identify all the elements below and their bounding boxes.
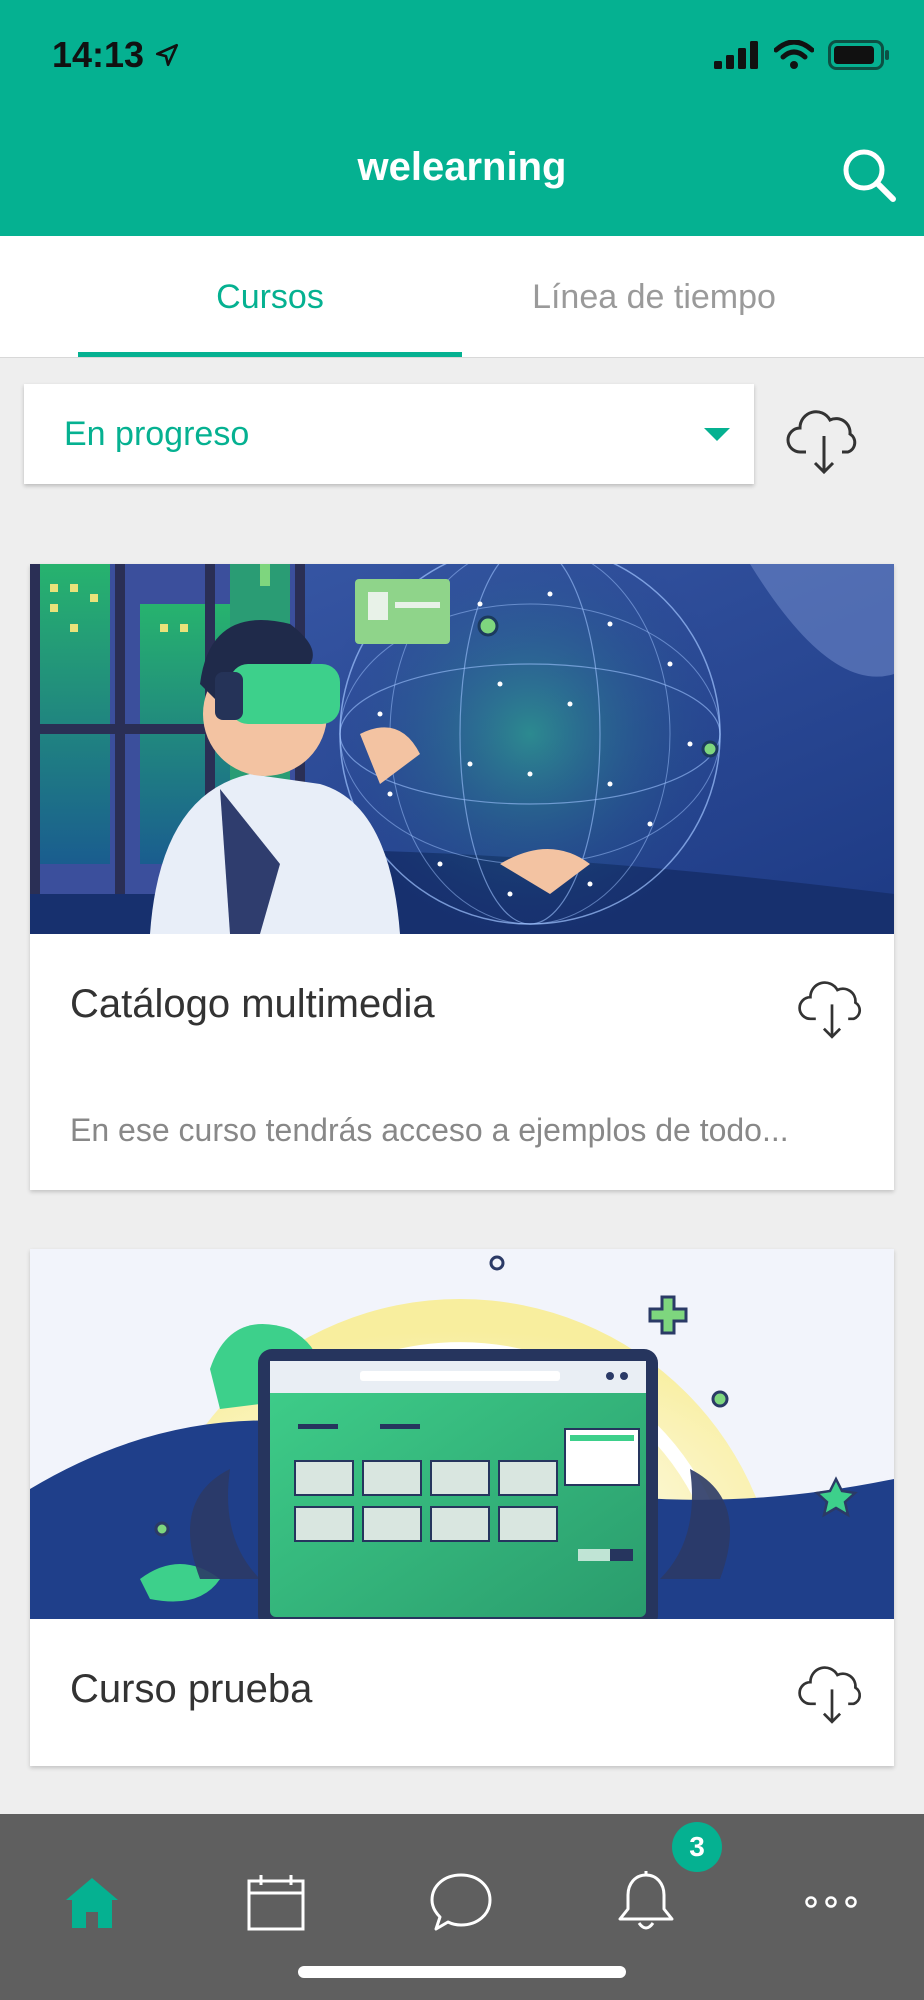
filter-selected-value: En progreso [64, 414, 250, 453]
cellular-signal-icon [714, 41, 758, 69]
course-filter-dropdown[interactable]: En progreso [24, 384, 754, 484]
nav-more[interactable] [771, 1842, 891, 1962]
nav-messages[interactable] [401, 1842, 521, 1962]
status-time: 14:13 [52, 34, 180, 76]
location-arrow-icon [156, 43, 179, 67]
wifi-icon [774, 40, 814, 69]
more-dots-icon [805, 1896, 857, 1908]
course-title: Catálogo multimedia [70, 982, 435, 1026]
active-tab-indicator [78, 352, 462, 357]
tab-courses[interactable]: Cursos [78, 236, 462, 358]
course-card[interactable]: Catálogo multimedia En ese curso tendrás… [30, 564, 894, 1190]
course-description: En ese curso tendrás acceso a ejemplos d… [70, 1112, 789, 1148]
app-title: welearning [357, 145, 567, 189]
nav-home[interactable] [32, 1842, 152, 1962]
bell-icon [618, 1871, 674, 1930]
course-download-button[interactable] [796, 972, 868, 1044]
course-image-laptop [30, 1249, 894, 1619]
course-card[interactable]: Curso prueba [30, 1249, 894, 1766]
cloud-download-icon [798, 981, 862, 1039]
nav-calendar[interactable] [216, 1842, 336, 1962]
search-button[interactable] [834, 140, 904, 210]
status-time-text: 14:13 [52, 34, 145, 75]
course-title: Curso prueba [70, 1667, 313, 1711]
battery-icon [828, 40, 889, 70]
status-indicators [714, 40, 890, 70]
cloud-download-icon [798, 1666, 862, 1724]
app-header: 14:13 welearning [0, 0, 924, 236]
home-indicator[interactable] [298, 1966, 626, 1978]
download-all-button[interactable] [784, 400, 864, 480]
chat-bubble-icon [430, 1873, 492, 1931]
course-download-button[interactable] [796, 1657, 868, 1729]
tab-bar: Cursos Línea de tiempo [0, 236, 924, 358]
search-icon [843, 149, 896, 202]
home-icon [66, 1878, 118, 1928]
caret-down-icon [704, 428, 730, 441]
cloud-download-icon [786, 410, 857, 475]
calendar-icon [247, 1875, 305, 1931]
course-image-vr [30, 564, 894, 934]
tab-timeline[interactable]: Línea de tiempo [462, 236, 846, 358]
notification-badge: 3 [672, 1822, 722, 1872]
